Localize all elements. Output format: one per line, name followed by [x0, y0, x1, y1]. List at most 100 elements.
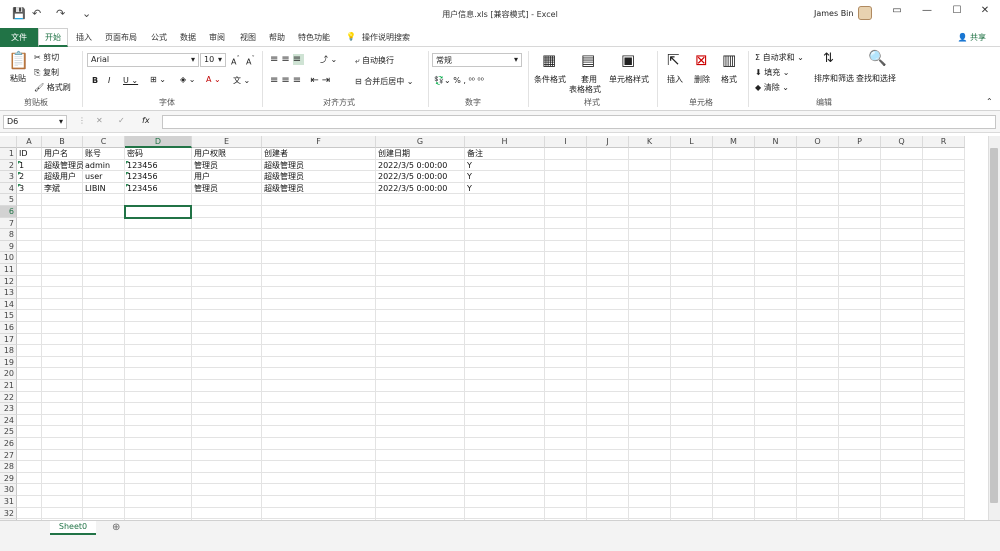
worksheet-grid[interactable]: A B C D E F G H I J K L M N O P Q R 1 2 3 4 5 6 7 8 9 10 11 12 13 14 15 1… — [0, 136, 988, 522]
table-cell[interactable]: 123456 — [125, 171, 192, 183]
paste-icon[interactable]: 📋 — [8, 51, 29, 71]
table-cell[interactable]: 李斌 — [42, 183, 83, 195]
row-header-28[interactable]: 28 — [0, 461, 17, 473]
column-header-d[interactable]: D — [125, 136, 192, 148]
row-header-16[interactable]: 16 — [0, 322, 17, 334]
tab-insert[interactable]: 插入 — [76, 32, 92, 43]
column-header-i[interactable]: I — [545, 136, 587, 148]
row-header-17[interactable]: 17 — [0, 333, 17, 346]
table-cell[interactable]: 123456 — [125, 160, 192, 172]
row-header-24[interactable]: 24 — [0, 414, 17, 427]
header-cell[interactable]: 备注 — [465, 148, 545, 160]
header-cell[interactable]: 密码 — [125, 148, 192, 160]
cut-button[interactable]: ✂ 剪切 — [34, 52, 59, 63]
header-cell[interactable]: ID — [17, 148, 42, 160]
header-cell[interactable]: 用户名 — [42, 148, 83, 160]
tab-view[interactable]: 视图 — [240, 32, 256, 43]
wrap-text-button[interactable]: ⤶ 自动换行 — [355, 55, 394, 66]
select-all-corner[interactable] — [0, 136, 17, 148]
close-icon[interactable]: ✕ — [972, 5, 998, 23]
column-header-o[interactable]: O — [797, 136, 839, 148]
sheet-tab[interactable]: Sheet0 — [50, 521, 96, 535]
column-header-j[interactable]: J — [587, 136, 629, 148]
tab-review[interactable]: 审阅 — [209, 32, 225, 43]
italic-button[interactable]: I — [108, 76, 110, 85]
formula-input[interactable] — [162, 115, 996, 129]
active-cell-selection[interactable] — [124, 205, 192, 219]
table-cell[interactable]: user — [83, 171, 125, 183]
tab-formulas[interactable]: 公式 — [151, 32, 167, 43]
sort-filter-button[interactable]: 排序和筛选 — [814, 73, 854, 84]
table-format-button-line2[interactable]: 表格格式 — [569, 84, 601, 95]
format-cells-button[interactable]: 格式 — [721, 74, 737, 85]
font-grow-icon[interactable]: Aˆ — [231, 55, 240, 67]
column-header-g[interactable]: G — [376, 136, 465, 148]
row-header-11[interactable]: 11 — [0, 264, 17, 276]
user-name[interactable]: James Bin — [814, 9, 853, 18]
avatar[interactable] — [858, 6, 872, 20]
conditional-format-icon[interactable]: ▦ — [542, 51, 556, 69]
ribbon-display-icon[interactable]: ▭ — [884, 5, 910, 23]
tab-file[interactable]: 文件 — [0, 28, 38, 47]
column-header-k[interactable]: K — [629, 136, 671, 148]
copy-button[interactable]: ⎘ 复制 — [34, 67, 59, 78]
table-cell[interactable]: 2022/3/5 0:00:00 — [376, 160, 465, 172]
insert-cells-button[interactable]: 插入 — [667, 74, 683, 85]
tell-me-search[interactable]: 操作说明搜索 — [362, 32, 410, 43]
table-cell[interactable]: 2022/3/5 0:00:00 — [376, 171, 465, 183]
row-header-8[interactable]: 8 — [0, 229, 17, 241]
clear-button[interactable]: ◆ 清除 ⌄ — [755, 82, 789, 93]
table-cell[interactable]: 管理员 — [192, 160, 262, 172]
table-cell[interactable]: 管理员 — [192, 183, 262, 195]
header-cell[interactable]: 用户权限 — [192, 148, 262, 160]
header-cell[interactable]: 创建者 — [262, 148, 376, 160]
sort-filter-icon[interactable]: ⇅ — [823, 51, 834, 66]
table-cell[interactable]: admin — [83, 160, 125, 172]
column-header-e[interactable]: E — [192, 136, 262, 148]
find-select-icon[interactable]: 🔍 — [868, 49, 887, 67]
row-header-2[interactable]: 2 — [0, 159, 17, 172]
number-format-icons[interactable]: 💱⌄ % , ⁰⁰ ⁰⁰ — [434, 76, 484, 85]
column-header-l[interactable]: L — [671, 136, 713, 148]
row-header-25[interactable]: 25 — [0, 426, 17, 438]
table-cell[interactable]: 用户 — [192, 171, 262, 183]
row-header-19[interactable]: 19 — [0, 356, 17, 369]
row-header-9[interactable]: 9 — [0, 240, 17, 253]
bold-button[interactable]: B — [92, 76, 98, 85]
column-header-b[interactable]: B — [42, 136, 83, 148]
column-header-m[interactable]: M — [713, 136, 755, 148]
column-header-f[interactable]: F — [262, 136, 376, 148]
column-header-n[interactable]: N — [755, 136, 797, 148]
minimize-icon[interactable]: — — [914, 5, 940, 23]
horizontal-align-icons[interactable]: ≡≡≡ ⇤⇥ — [270, 75, 333, 86]
table-cell[interactable]: Y — [465, 183, 545, 195]
row-header-20[interactable]: 20 — [0, 368, 17, 380]
font-name-select[interactable]: Arial ▾ — [87, 53, 199, 67]
table-cell[interactable]: 超级管理员 — [42, 160, 83, 172]
row-header-30[interactable]: 30 — [0, 484, 17, 496]
column-header-p[interactable]: P — [839, 136, 881, 148]
row-header-7[interactable]: 7 — [0, 217, 17, 230]
table-cell[interactable]: 123456 — [125, 183, 192, 195]
table-cell[interactable]: Y — [465, 160, 545, 172]
row-header-10[interactable]: 10 — [0, 252, 17, 264]
row-header-3[interactable]: 3 — [0, 171, 17, 183]
maximize-icon[interactable]: ☐ — [944, 5, 970, 23]
autosum-button[interactable]: Σ 自动求和 ⌄ — [755, 52, 804, 63]
table-cell[interactable]: 超级管理员 — [262, 171, 376, 183]
header-cell[interactable]: 账号 — [83, 148, 125, 160]
underline-button[interactable]: U ⌄ — [123, 76, 138, 85]
orientation-icon[interactable]: ⤴ ⌄ — [320, 54, 337, 65]
insert-cells-icon[interactable]: ⇱ — [667, 51, 680, 69]
delete-cells-button[interactable]: 删除 — [694, 74, 710, 85]
table-cell[interactable]: Y — [465, 171, 545, 183]
tab-page-layout[interactable]: 页面布局 — [105, 32, 137, 43]
table-cell[interactable]: 超级用户 — [42, 171, 83, 183]
row-header-31[interactable]: 31 — [0, 496, 17, 508]
cell-styles-button[interactable]: 单元格样式 — [609, 74, 649, 85]
row-header-21[interactable]: 21 — [0, 380, 17, 392]
font-color-icon[interactable]: A ⌄ — [206, 75, 221, 84]
row-header-14[interactable]: 14 — [0, 298, 17, 311]
tab-data[interactable]: 数据 — [180, 32, 196, 43]
add-sheet-icon[interactable]: ⊕ — [112, 522, 120, 533]
